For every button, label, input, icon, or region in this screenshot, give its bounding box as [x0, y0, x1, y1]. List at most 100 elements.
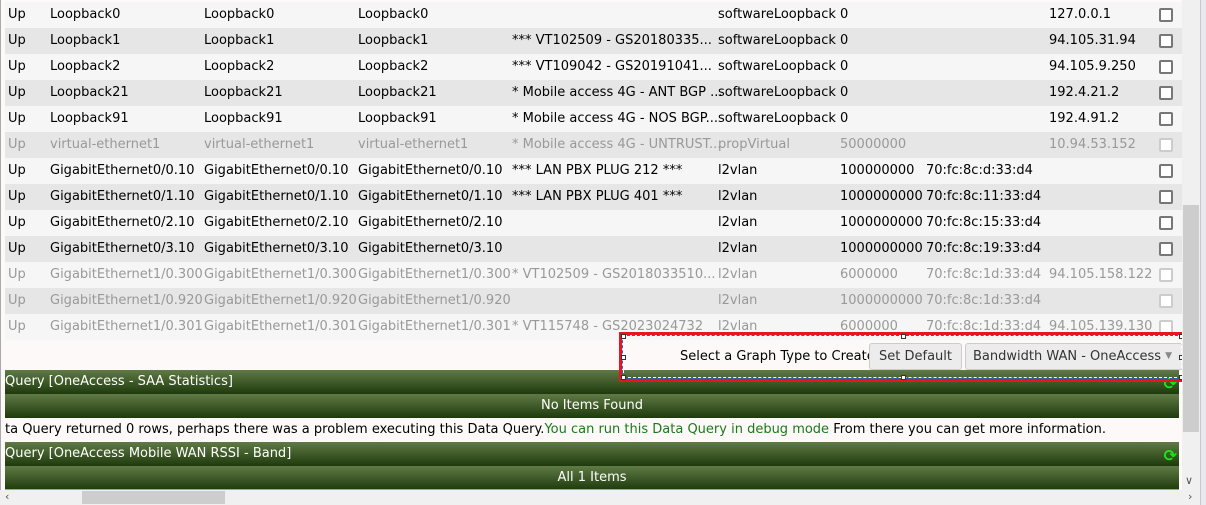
cell-status: Up — [8, 85, 26, 100]
table-row[interactable]: Up virtual-ethernet1 virtual-ethernet1 virt… — [5, 132, 1182, 158]
cell-speed: 1000000000 — [840, 215, 923, 230]
row-checkbox[interactable] — [1159, 8, 1173, 22]
cell-status: Up — [8, 215, 26, 230]
cell-speed: 0 — [840, 7, 849, 22]
cell-name: virtual-ethernet1 — [204, 137, 315, 152]
message-tail: From there you can get more information. — [829, 422, 1107, 437]
cell-index: GigabitEthernet0/3.10 — [50, 241, 195, 256]
cell-index: Loopback2 — [50, 59, 121, 74]
row-checkbox[interactable] — [1159, 86, 1173, 100]
cell-name: Loopback91 — [204, 111, 283, 126]
window-edge — [1200, 0, 1206, 505]
cell-type: l2vlan — [718, 215, 758, 230]
row-checkbox[interactable] — [1159, 164, 1173, 178]
cell-name: Loopback0 — [204, 7, 275, 22]
cell-ip: 94.105.31.94 — [1049, 33, 1136, 48]
cell-name: GigabitEthernet1/0.920 — [204, 293, 357, 308]
cell-descr: GigabitEthernet1/0.301 — [358, 319, 511, 334]
scroll-left-icon[interactable]: ‹ — [5, 490, 9, 503]
table-row[interactable]: Up GigabitEthernet0/2.10 GigabitEthernet0/… — [5, 210, 1182, 236]
row-checkbox[interactable] — [1159, 34, 1173, 48]
cell-descr: GigabitEthernet1/0.300 — [358, 267, 511, 282]
cell-speed: 50000000 — [840, 137, 907, 152]
cell-descr: GigabitEthernet0/1.10 — [358, 189, 503, 204]
table-row[interactable]: Up Loopback0 Loopback0 Loopback0 softwareLoo… — [5, 2, 1182, 28]
cell-index: GigabitEthernet0/0.10 — [50, 163, 195, 178]
scrollbar-thumb[interactable] — [82, 491, 225, 504]
cell-status: Up — [8, 189, 26, 204]
cell-name: Loopback21 — [204, 85, 283, 100]
cell-name: GigabitEthernet0/0.10 — [204, 163, 349, 178]
row-checkbox[interactable] — [1159, 216, 1173, 230]
table-row[interactable]: Up GigabitEthernet0/0.10 GigabitEthernet0/… — [5, 158, 1182, 184]
cell-alias: *** VT109042 - GS20191041... — [512, 59, 712, 74]
cell-index: virtual-ethernet1 — [50, 137, 161, 152]
cell-ip: 192.4.91.2 — [1049, 111, 1120, 126]
section-status: No Items Found — [540, 398, 643, 413]
row-checkbox[interactable] — [1159, 242, 1173, 256]
cell-status: Up — [8, 241, 26, 256]
cell-index: Loopback1 — [50, 33, 121, 48]
table-row[interactable]: Up GigabitEthernet1/0.920 GigabitEthernet1… — [5, 288, 1182, 314]
scroll-down-icon[interactable]: ∨ — [1185, 474, 1193, 487]
cell-type: l2vlan — [718, 241, 758, 256]
cell-descr: GigabitEthernet1/0.920 — [358, 293, 511, 308]
cell-descr: Loopback91 — [358, 111, 437, 126]
section-status-bar: No Items Found — [5, 394, 1179, 418]
table-row[interactable]: Up Loopback91 Loopback91 Loopback91 * Mobile… — [5, 106, 1182, 132]
table-row[interactable]: Up GigabitEthernet0/1.10 GigabitEthernet0/… — [5, 184, 1182, 210]
row-checkbox[interactable] — [1159, 60, 1173, 74]
table-row[interactable]: Up GigabitEthernet0/3.10 GigabitEthernet0/… — [5, 236, 1182, 262]
cell-index: GigabitEthernet0/1.10 — [50, 189, 195, 204]
cell-status: Up — [8, 137, 26, 152]
cell-descr: Loopback21 — [358, 85, 437, 100]
cell-index: GigabitEthernet1/0.300 — [50, 267, 203, 282]
cell-type: l2vlan — [718, 189, 758, 204]
row-checkbox[interactable] — [1159, 268, 1173, 282]
cell-ip: 94.105.158.122 — [1049, 267, 1153, 282]
cell-mac: 70:fc:8c:15:33:d4 — [926, 215, 1042, 230]
cell-type: softwareLoopback — [718, 111, 836, 126]
cell-name: GigabitEthernet0/2.10 — [204, 215, 349, 230]
row-checkbox[interactable] — [1159, 138, 1173, 152]
cell-index: GigabitEthernet0/2.10 — [50, 215, 195, 230]
cell-alias: * Mobile access 4G - UNTRUST... — [512, 137, 722, 152]
section-title: Query [OneAccess Mobile WAN RSSI - Band] — [5, 446, 292, 461]
debug-mode-link[interactable]: You can run this Data Query in debug mod… — [544, 422, 829, 437]
cell-speed: 0 — [840, 59, 849, 74]
scroll-right-icon[interactable]: › — [1188, 490, 1192, 503]
cell-descr: Loopback0 — [358, 7, 429, 22]
cell-descr: GigabitEthernet0/2.10 — [358, 215, 503, 230]
cell-ip: 192.4.21.2 — [1049, 85, 1120, 100]
cell-name: GigabitEthernet0/1.10 — [204, 189, 349, 204]
table-row[interactable]: Up Loopback2 Loopback2 Loopback2 *** VT10904… — [5, 54, 1182, 80]
scrollbar-thumb[interactable] — [1183, 205, 1199, 432]
cell-ip: 94.105.9.250 — [1049, 59, 1136, 74]
cell-mac: 70:fc:8c:11:33:d4 — [926, 189, 1042, 204]
row-checkbox[interactable] — [1159, 294, 1173, 308]
cell-descr: Loopback2 — [358, 59, 429, 74]
cell-alias: * Mobile access 4G - NOS BGP... — [512, 111, 718, 126]
cell-status: Up — [8, 7, 26, 22]
cell-status: Up — [8, 293, 26, 308]
horizontal-scrollbar[interactable]: ‹ › — [0, 490, 1200, 505]
cell-index: GigabitEthernet1/0.920 — [50, 293, 203, 308]
row-checkbox[interactable] — [1159, 190, 1173, 204]
cell-descr: virtual-ethernet1 — [358, 137, 469, 152]
table-row[interactable]: Up Loopback21 Loopback21 Loopback21 * Mobile… — [5, 80, 1182, 106]
cell-speed: 0 — [840, 111, 849, 126]
cell-mac: 70:fc:8c:1d:33:d4 — [926, 267, 1042, 282]
table-row[interactable]: Up Loopback1 Loopback1 Loopback1 *** VT10250… — [5, 28, 1182, 54]
data-query-panel: Up Loopback0 Loopback0 Loopback0 softwareLoo… — [0, 0, 1182, 490]
cell-descr: GigabitEthernet0/0.10 — [358, 163, 503, 178]
cell-status: Up — [8, 33, 26, 48]
cell-name: Loopback2 — [204, 59, 275, 74]
cell-mac: 70:fc:8c:19:33:d4 — [926, 241, 1042, 256]
message-text: ta Query returned 0 rows, perhaps there … — [5, 422, 545, 437]
vertical-scrollbar[interactable]: ∨ — [1182, 0, 1200, 490]
table-row[interactable]: Up GigabitEthernet1/0.300 GigabitEthernet1… — [5, 262, 1182, 288]
cell-alias: * Mobile access 4G - ANT BGP ... — [512, 85, 723, 100]
refresh-icon[interactable]: ⟳ — [1164, 444, 1177, 468]
cell-index: Loopback0 — [50, 7, 121, 22]
row-checkbox[interactable] — [1159, 112, 1173, 126]
